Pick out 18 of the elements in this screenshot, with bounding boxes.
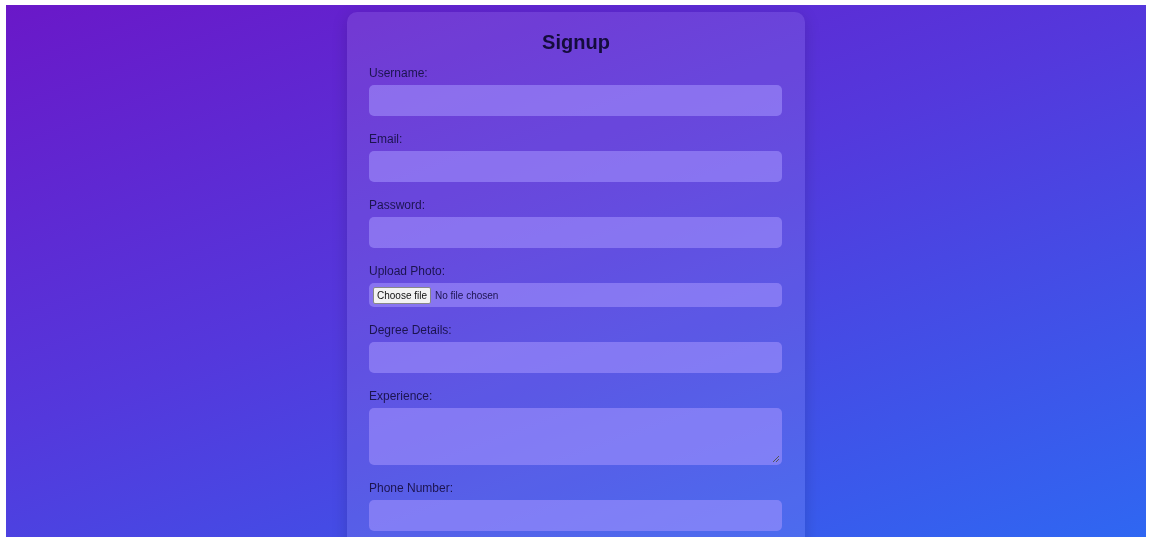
field-label: Username: [369,66,429,80]
field-label: Phone Number: [369,481,455,495]
text-area[interactable] [369,408,782,465]
input-field[interactable] [369,500,782,531]
input-field[interactable] [369,85,782,116]
field-label: Upload Photo: [369,264,447,278]
resize-handle-icon[interactable] [772,455,779,462]
file-input[interactable]: Choose file No file chosen [369,283,782,307]
choose-file-button[interactable]: Choose file [373,286,432,304]
field-label: Experience: [369,389,434,403]
field-label: Degree Details: [369,323,453,337]
input-field[interactable] [369,342,782,373]
form-title: Signup [541,30,611,54]
field-label: Password: [369,198,427,212]
input-field[interactable] [369,151,782,182]
field-label: Email: [369,132,404,146]
file-status: No file chosen [435,289,499,301]
input-field[interactable] [369,217,782,248]
